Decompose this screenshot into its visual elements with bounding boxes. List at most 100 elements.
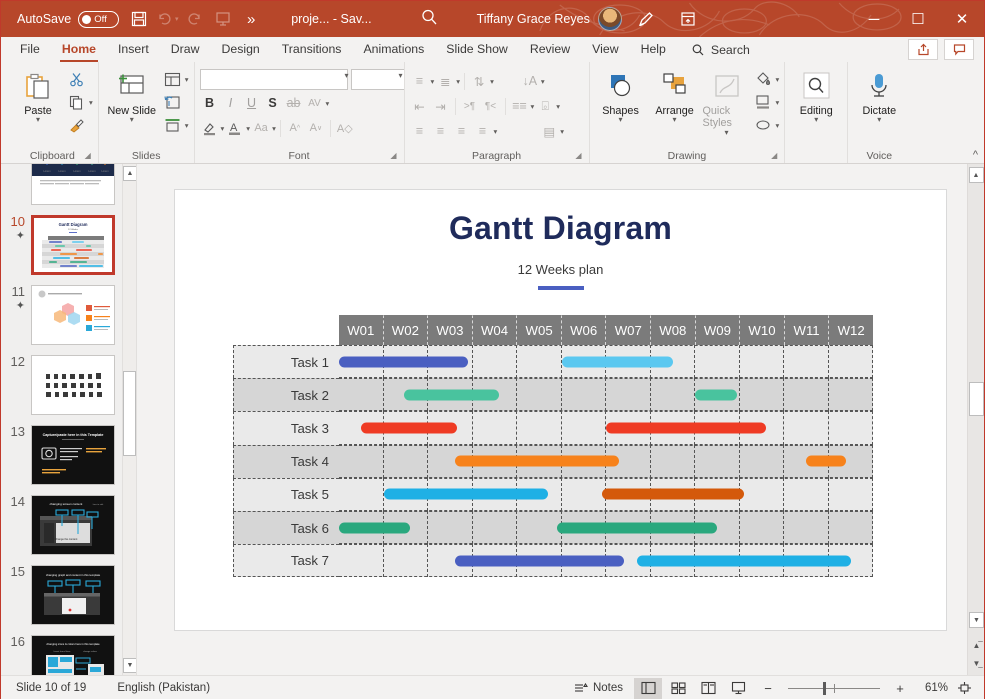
- editing-button[interactable]: Editing ▾: [790, 67, 842, 124]
- ltr-icon[interactable]: >¶: [460, 95, 480, 117]
- tab-animations[interactable]: Animations: [352, 37, 435, 62]
- gantt-bar[interactable]: [637, 555, 851, 566]
- underline-button[interactable]: U: [242, 92, 262, 114]
- search-icon[interactable]: [420, 8, 439, 30]
- list-item[interactable]: 11 ✦: [1, 280, 122, 350]
- document-name[interactable]: proje... - Sav...: [291, 12, 371, 26]
- list-item[interactable]: 10 ✦ Gantt Diagram 12 Weeks: [1, 210, 122, 280]
- thumbnail-15[interactable]: changing graph and content in this templ…: [31, 565, 115, 625]
- tab-design[interactable]: Design: [210, 37, 270, 62]
- gantt-chart[interactable]: W01 W02 W03 W04 W05 W06 W07 W08 W09 W10 …: [233, 315, 873, 577]
- list-item[interactable]: 13 Capture/paste here in this Template: [1, 420, 122, 490]
- zoom-in-button[interactable]: +: [886, 678, 914, 699]
- thumbnail-scroll-down-button[interactable]: ▼: [123, 658, 137, 673]
- thumbnail-scrollbar-thumb[interactable]: [123, 371, 136, 456]
- gantt-bar[interactable]: [806, 456, 846, 467]
- font-size-chevron-down-icon[interactable]: ▾: [399, 71, 403, 80]
- font-dialog-launcher[interactable]: ◢: [390, 151, 396, 160]
- zoom-out-button[interactable]: −: [754, 678, 782, 699]
- list-item[interactable]: 12: [1, 350, 122, 420]
- list-item[interactable]: 16 changing icons & colors here in this …: [1, 630, 122, 675]
- highlight-chevron-down-icon[interactable]: ▾: [221, 124, 225, 133]
- minimize-button[interactable]: ─: [852, 1, 896, 37]
- gantt-bar[interactable]: [339, 522, 410, 533]
- cut-icon[interactable]: [66, 69, 87, 90]
- gantt-bar[interactable]: [455, 555, 624, 566]
- tab-review[interactable]: Review: [519, 37, 581, 62]
- text-shadow-button[interactable]: S: [263, 92, 283, 114]
- user-account[interactable]: Tiffany Grace Reyes: [477, 7, 622, 31]
- bullets-chevron-down-icon[interactable]: ▾: [431, 77, 435, 86]
- dictate-button[interactable]: Dictate ▾: [853, 67, 905, 124]
- shape-fill-icon[interactable]: [753, 69, 774, 90]
- decrease-font-size-button[interactable]: A∨: [306, 117, 326, 139]
- columns-chevron-down-icon[interactable]: ▾: [531, 102, 535, 111]
- next-slide-button[interactable]: ▼̲: [969, 658, 984, 669]
- slide-sorter-icon[interactable]: [664, 678, 692, 699]
- thumbnail-11[interactable]: [31, 285, 115, 345]
- scroll-down-button[interactable]: ▼: [969, 612, 984, 628]
- clear-formatting-button[interactable]: A◇: [335, 117, 355, 139]
- convert-smartart-icon[interactable]: ▤: [539, 120, 559, 142]
- autosave-control[interactable]: AutoSave Off: [17, 11, 119, 28]
- character-spacing-chevron-down-icon[interactable]: ▾: [326, 99, 330, 108]
- font-name-input[interactable]: [200, 69, 348, 90]
- paragraph-dialog-launcher[interactable]: ◢: [575, 151, 581, 160]
- avatar[interactable]: [598, 7, 622, 31]
- align-text-icon[interactable]: ⌻: [535, 95, 555, 117]
- shapes-button[interactable]: Shapes ▾: [595, 67, 647, 124]
- collapse-ribbon-icon[interactable]: ^: [973, 149, 978, 161]
- text-direction-icon[interactable]: ↓A: [520, 70, 540, 92]
- table-row[interactable]: Task 6: [233, 511, 873, 544]
- gantt-bar[interactable]: [339, 356, 468, 367]
- thumbnail-scroll-up-button[interactable]: ▲: [123, 166, 137, 181]
- tab-view[interactable]: View: [581, 37, 629, 62]
- slide-vertical-scrollbar[interactable]: ▲ ▼ ▲̅ ▼̲: [967, 164, 984, 675]
- tab-slide-show[interactable]: Slide Show: [435, 37, 519, 62]
- bullets-icon[interactable]: ≡: [410, 70, 430, 92]
- quick-styles-button[interactable]: Quick Styles ▾: [703, 67, 751, 136]
- list-item[interactable]: 14 changing screen content how to edit: [1, 490, 122, 560]
- thumbnail-12[interactable]: [31, 355, 115, 415]
- gantt-bar[interactable]: [606, 422, 766, 433]
- search-field[interactable]: Search: [691, 43, 750, 57]
- gantt-bar[interactable]: [384, 489, 549, 500]
- table-row[interactable]: Task 5: [233, 478, 873, 511]
- table-row[interactable]: Task 2: [233, 378, 873, 411]
- change-case-chevron-down-icon[interactable]: ▾: [272, 124, 276, 133]
- tab-draw[interactable]: Draw: [160, 37, 211, 62]
- thumbnail-16[interactable]: changing icons & colors here in this tem…: [31, 635, 115, 675]
- columns-icon[interactable]: ≡≡: [510, 95, 530, 117]
- save-icon[interactable]: [125, 6, 153, 32]
- slide-counter[interactable]: Slide 10 of 19: [7, 682, 95, 694]
- share-icon[interactable]: [908, 39, 938, 60]
- increase-indent-icon[interactable]: ⇥: [431, 95, 451, 117]
- section-icon[interactable]: [162, 115, 183, 136]
- gantt-bar[interactable]: [557, 522, 717, 533]
- justify-icon[interactable]: ≡: [473, 120, 493, 142]
- copy-icon[interactable]: [66, 92, 87, 113]
- drawing-dialog-launcher[interactable]: ◢: [771, 151, 777, 160]
- font-size-input[interactable]: [351, 69, 405, 90]
- align-text-chevron-down-icon[interactable]: ▾: [556, 102, 560, 111]
- table-row[interactable]: Task 7: [233, 544, 873, 577]
- thumbnail-9[interactable]: LoremLoremLorem LoremLorem: [31, 164, 115, 205]
- justify-chevron-down-icon[interactable]: ▾: [494, 127, 498, 136]
- align-center-icon[interactable]: ≡: [431, 120, 451, 142]
- text-direction-chevron-down-icon[interactable]: ▾: [541, 77, 545, 86]
- gantt-bar[interactable]: [602, 489, 744, 500]
- table-row[interactable]: Task 3: [233, 411, 873, 444]
- paste-button[interactable]: Paste ▾: [12, 67, 64, 124]
- ribbon-display-icon[interactable]: [674, 6, 702, 32]
- new-slide-button[interactable]: New Slide ▾: [104, 67, 160, 124]
- normal-view-icon[interactable]: [634, 678, 662, 699]
- smartart-chevron-down-icon[interactable]: ▾: [560, 127, 564, 136]
- arrange-button[interactable]: Arrange ▾: [649, 67, 701, 124]
- bold-button[interactable]: B: [200, 92, 220, 114]
- pen-icon[interactable]: [632, 6, 660, 32]
- layout-icon[interactable]: [162, 69, 183, 90]
- clipboard-dialog-launcher[interactable]: ◢: [85, 151, 91, 160]
- language-indicator[interactable]: English (Pakistan): [95, 682, 219, 694]
- font-name-chevron-down-icon[interactable]: ▾: [345, 71, 349, 80]
- maximize-button[interactable]: ☐: [896, 1, 940, 37]
